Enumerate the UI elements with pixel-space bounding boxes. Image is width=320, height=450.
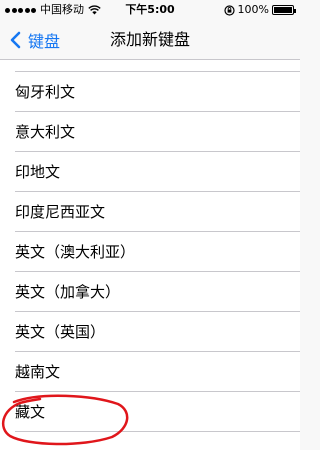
list-item[interactable]: 意大利文 — [0, 112, 300, 152]
status-right: 100% — [223, 0, 296, 20]
battery-percent: 100% — [237, 3, 269, 16]
list-item-label: 印地文 — [15, 163, 61, 181]
battery-level — [274, 7, 292, 13]
list-item[interactable]: 匈牙利文 — [0, 72, 300, 112]
back-button-label: 键盘 — [28, 32, 61, 51]
list-item[interactable]: 越南文 — [0, 352, 300, 392]
list-item-label: 藏文 — [15, 403, 46, 421]
list-item-label: 英文（澳大利亚） — [15, 243, 136, 261]
list-item[interactable]: 英文（英国） — [0, 312, 300, 352]
battery-icon — [272, 5, 296, 15]
orientation-lock-icon — [223, 4, 235, 16]
list-item-label: 印度尼西亚文 — [15, 203, 106, 221]
list-item-label: 意大利文 — [15, 123, 76, 141]
keyboard-language-list[interactable]: 匈牙利文 意大利文 印地文 印度尼西亚文 英文（澳大利亚） 英文（加拿大） 英文… — [0, 60, 300, 450]
navigation-bar: 添加新键盘 键盘 — [0, 20, 300, 60]
back-button[interactable]: 键盘 — [6, 20, 60, 60]
list-item[interactable]: 英文（澳大利亚） — [0, 232, 300, 272]
list-item-label: 英文（英国） — [15, 323, 106, 341]
list-item-label: 英文（加拿大） — [15, 283, 121, 301]
list-item[interactable]: 英文（加拿大） — [0, 272, 300, 312]
list-item-label: 越南文 — [15, 363, 61, 381]
list-item-partial[interactable] — [0, 60, 300, 72]
list-item[interactable]: 印度尼西亚文 — [0, 192, 300, 232]
list-item-label: 匈牙利文 — [15, 83, 76, 101]
chevron-left-icon — [10, 31, 21, 49]
list-item-tibetan[interactable]: 藏文 — [0, 392, 300, 432]
list-item[interactable]: 印地文 — [0, 152, 300, 192]
status-bar: 中国移动 下午5:00 100% — [0, 0, 300, 20]
